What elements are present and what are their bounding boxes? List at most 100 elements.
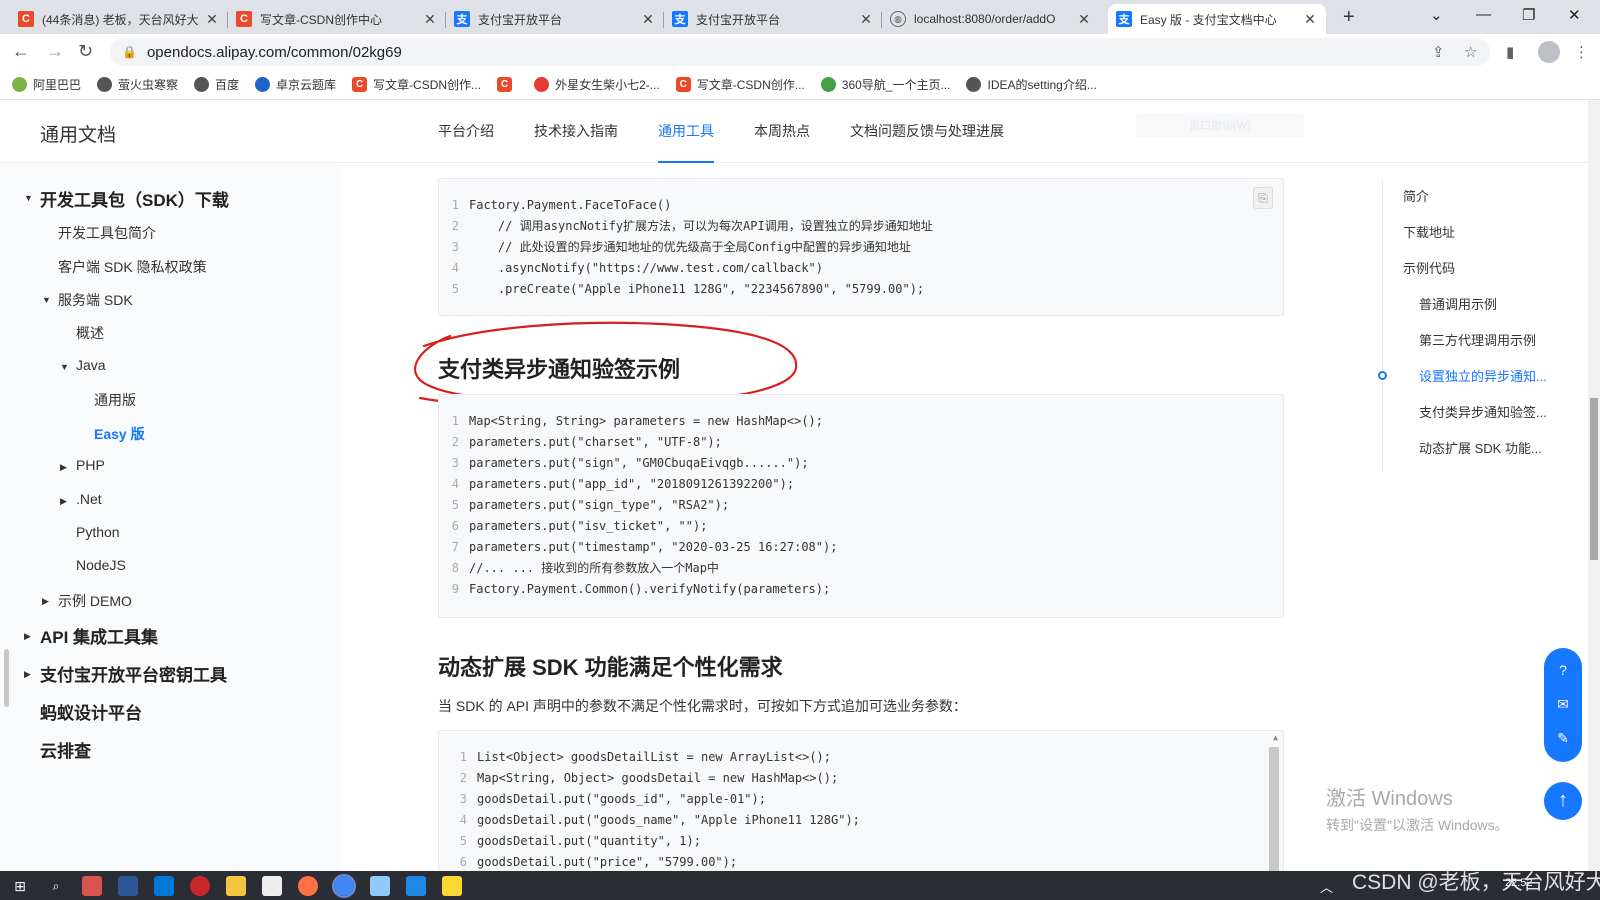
sidebar-item-dotnet[interactable]: .Net [76,491,102,507]
bookmark-item[interactable]: 外星女生柴小七2-... [534,76,660,93]
bookmark-item[interactable]: 阿里巴巴 [12,76,81,93]
close-icon[interactable]: ✕ [640,11,656,28]
browser-tab[interactable]: 支 支付宝开放平台 ✕ [446,4,664,34]
toc-item-dynamic[interactable]: 动态扩展 SDK 功能... [1419,438,1569,457]
browser-tab[interactable]: C (44条消息) 老板，天台风好大 ✕ [10,4,228,34]
app-icon[interactable] [442,876,462,896]
bookmark-item[interactable]: IDEA的setting介绍... [966,76,1097,93]
caret-right-icon[interactable]: ▶ [60,462,67,473]
bookmark-item[interactable]: 萤火虫寒察 [97,76,178,93]
bookmark-star-icon[interactable]: ☆ [1464,43,1477,61]
app-icon[interactable] [406,876,426,896]
code-scrollbar[interactable] [1269,747,1279,873]
browser-tab[interactable]: ◍ localhost:8080/order/addO ✕ [882,4,1100,34]
tray-chevron-icon[interactable]: ︿ [1320,877,1333,896]
toc-item-third-party[interactable]: 第三方代理调用示例 [1419,330,1569,349]
sidebar-item-server-sdk[interactable]: 服务端 SDK [58,290,133,310]
sidebar-item-sdk-intro[interactable]: 开发工具包简介 [58,223,156,243]
toc-item-intro[interactable]: 简介 [1403,186,1553,205]
close-window-button[interactable]: ✕ [1568,6,1581,24]
menu-dots-icon[interactable]: ⋮ [1574,43,1589,61]
back-to-top-button[interactable]: ↑ [1544,782,1582,820]
bookmark-item[interactable]: 百度 [194,76,239,93]
nav-general-tools[interactable]: 通用工具 [658,100,714,163]
maximize-button[interactable]: ❐ [1522,6,1535,24]
toc-item-normal-call[interactable]: 普通调用示例 [1419,294,1569,313]
close-icon[interactable]: ✕ [858,11,874,28]
profile-avatar[interactable] [1538,41,1560,63]
site-title[interactable]: 通用文档 [40,120,116,147]
nav-feedback[interactable]: 文档问题反馈与处理进展 [850,100,1004,163]
close-icon[interactable]: ✕ [204,11,220,28]
caret-down-icon[interactable]: ▼ [42,295,51,305]
nav-platform-intro[interactable]: 平台介绍 [438,100,494,163]
copy-icon[interactable]: ⎘ [1253,187,1273,209]
help-icon[interactable]: ? [1553,660,1573,680]
close-icon[interactable]: ✕ [422,11,438,28]
chat-icon[interactable]: ✉ [1553,694,1573,714]
sidebar-item-ant-design[interactable]: 蚂蚁设计平台 [40,699,142,724]
url-field[interactable]: 🔒 opendocs.alipay.com/common/02kg69 [110,38,1490,66]
sidebar-item-general[interactable]: 通用版 [94,390,136,410]
app-icon[interactable] [298,876,318,896]
tab-search-icon[interactable]: ⌄ [1430,6,1443,24]
nav-weekly-hot[interactable]: 本周热点 [754,100,810,163]
nav-integration-guide[interactable]: 技术接入指南 [534,100,618,163]
caret-right-icon[interactable]: ▶ [24,631,31,642]
share-icon[interactable]: ⇪ [1432,43,1445,61]
toc-item-verify[interactable]: 支付类异步通知验签... [1419,402,1569,421]
close-icon[interactable]: ✕ [1302,11,1318,28]
app-icon[interactable] [154,876,174,896]
sidebar-item-overview[interactable]: 概述 [76,323,104,343]
minimize-button[interactable]: — [1476,6,1491,23]
windows-start-icon[interactable]: ⊞ [10,876,30,896]
page-scrollbar[interactable] [1588,100,1600,871]
caret-down-icon[interactable]: ▼ [24,193,33,203]
sidebar-item-api-tools[interactable]: API 集成工具集 [40,623,158,648]
app-icon[interactable] [262,876,282,896]
scroll-up-icon[interactable]: ▲ [1273,733,1278,742]
search-icon[interactable]: ⌕ [46,876,66,896]
bookmark-item[interactable]: 360导航_一个主页... [820,76,950,93]
browser-tab[interactable]: 支 支付宝开放平台 ✕ [664,4,882,34]
bookmark-item[interactable]: 卓京云题库 [255,76,336,93]
caret-down-icon[interactable]: ▼ [60,362,69,372]
feedback-icon[interactable]: ✎ [1553,728,1573,748]
toc-item-sample-code[interactable]: 示例代码 [1403,258,1553,277]
intellij-icon[interactable] [118,876,138,896]
folder-icon[interactable] [226,876,246,896]
back-arrow-icon[interactable]: ← [12,41,30,62]
browser-tab-active[interactable]: 支 Easy 版 - 支付宝文档中心 ✕ [1108,4,1326,34]
bookmark-item[interactable]: C 写文章-CSDN创作... [675,76,805,93]
new-tab-button[interactable]: + [1343,6,1355,29]
caret-right-icon[interactable]: ▶ [60,496,67,507]
page-scrollbar-thumb[interactable] [1590,398,1598,560]
sidebar-item-python[interactable]: Python [76,524,120,540]
sidebar-item-nodejs[interactable]: NodeJS [76,557,126,573]
bookmark-item[interactable]: C [497,77,518,92]
browser-tab[interactable]: C 写文章-CSDN创作中心 ✕ [228,4,446,34]
toc-item-async-notify[interactable]: 设置独立的异步通知... [1419,366,1569,385]
caret-right-icon[interactable]: ▶ [42,596,49,607]
close-icon[interactable]: ✕ [1076,11,1092,28]
app-icon[interactable] [82,876,102,896]
sidebar-scrollbar[interactable] [4,649,9,707]
sidebar-item-cloud-check[interactable]: 云排查 [40,737,91,762]
app-icon[interactable] [190,876,210,896]
sidebar-item-key-tool[interactable]: 支付宝开放平台密钥工具 [40,661,227,686]
search-ghost[interactable]: 窗口撤销(W) [1136,114,1304,138]
sidebar-item-demo[interactable]: 示例 DEMO [58,591,132,611]
sidebar-item-java[interactable]: Java [76,357,106,373]
caret-right-icon[interactable]: ▶ [24,669,31,680]
reload-icon[interactable]: ↻ [78,41,93,62]
notepad-icon[interactable] [370,876,390,896]
forward-arrow-icon[interactable]: → [46,41,64,62]
sidebar-item-php[interactable]: PHP [76,457,105,473]
toc-item-download[interactable]: 下载地址 [1403,222,1553,241]
sidebar-item-easy[interactable]: Easy 版 [94,424,145,444]
bookmark-item[interactable]: C 写文章-CSDN创作... [352,76,481,93]
sidebar-item-privacy[interactable]: 客户端 SDK 隐私权政策 [58,257,207,277]
sidebar-item-sdk-download[interactable]: 开发工具包（SDK）下载 [40,186,229,211]
chrome-icon[interactable] [332,874,356,898]
side-panel-icon[interactable]: ▮ [1506,43,1514,61]
